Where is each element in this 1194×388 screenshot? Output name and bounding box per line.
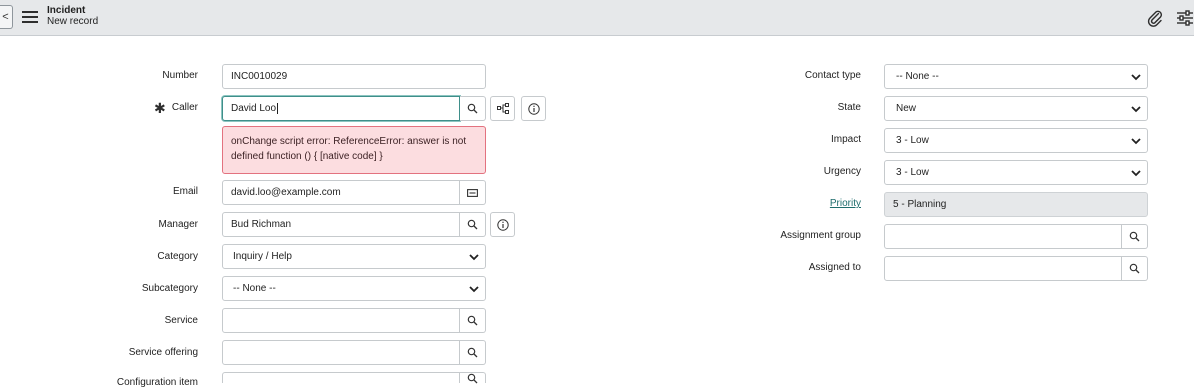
caller-label: Caller bbox=[171, 102, 198, 113]
state-label: State bbox=[837, 102, 861, 113]
configuration-item-field[interactable] bbox=[222, 372, 460, 383]
caller-error-message: onChange script error: ReferenceError: a… bbox=[222, 126, 486, 174]
service-lookup-button[interactable] bbox=[460, 308, 486, 333]
search-icon bbox=[467, 219, 478, 230]
number-label: Number bbox=[162, 70, 198, 81]
menu-icon[interactable] bbox=[22, 11, 38, 24]
contact-type-select[interactable]: -- None -- bbox=[884, 64, 1148, 89]
impact-value: 3 - Low bbox=[896, 135, 929, 146]
subcategory-label: Subcategory bbox=[141, 283, 198, 294]
chevron-down-icon bbox=[469, 254, 479, 261]
number-field[interactable]: INC0010029 bbox=[222, 64, 486, 89]
assigned-to-field[interactable] bbox=[884, 256, 1122, 281]
contact-type-value: -- None -- bbox=[896, 71, 939, 82]
caller-hierarchy-button[interactable] bbox=[490, 96, 515, 121]
form-header: < Incident New record bbox=[0, 0, 1194, 36]
state-value: New bbox=[896, 103, 917, 114]
chevron-down-icon bbox=[1131, 74, 1141, 81]
assigned-to-lookup-button[interactable] bbox=[1122, 256, 1148, 281]
search-icon bbox=[1129, 231, 1140, 242]
email-label: Email bbox=[172, 186, 198, 197]
caller-field[interactable]: David Loo bbox=[222, 96, 460, 121]
urgency-select[interactable]: 3 - Low bbox=[884, 160, 1148, 185]
chevron-down-icon bbox=[1131, 138, 1141, 145]
category-label: Category bbox=[157, 251, 198, 262]
manager-info-button[interactable] bbox=[490, 212, 515, 237]
caller-info-button[interactable] bbox=[521, 96, 546, 121]
assigned-to-label: Assigned to bbox=[808, 262, 861, 273]
manager-label: Manager bbox=[158, 219, 198, 230]
email-field[interactable]: david.loo@example.com bbox=[222, 180, 460, 205]
impact-label: Impact bbox=[830, 134, 861, 145]
search-icon bbox=[467, 315, 478, 326]
hierarchy-icon bbox=[496, 103, 509, 114]
urgency-value: 3 - Low bbox=[896, 167, 929, 178]
service-label: Service bbox=[164, 315, 198, 326]
assignment-group-field[interactable] bbox=[884, 224, 1122, 249]
sliders-icon[interactable] bbox=[1176, 9, 1194, 27]
subcategory-value: -- None -- bbox=[233, 283, 276, 294]
chevron-down-icon bbox=[469, 286, 479, 293]
service-field[interactable] bbox=[222, 308, 460, 333]
configuration-item-lookup-button[interactable] bbox=[460, 372, 486, 384]
service-offering-label: Service offering bbox=[128, 347, 198, 358]
priority-field: 5 - Planning bbox=[884, 192, 1148, 217]
chevron-down-icon bbox=[1131, 170, 1141, 177]
assignment-group-lookup-button[interactable] bbox=[1122, 224, 1148, 249]
search-icon bbox=[467, 373, 478, 384]
email-action-button[interactable] bbox=[460, 180, 486, 205]
service-offering-lookup-button[interactable] bbox=[460, 340, 486, 365]
category-select[interactable]: Inquiry / Help bbox=[222, 244, 486, 269]
paperclip-icon[interactable] bbox=[1146, 9, 1164, 27]
chevron-down-icon bbox=[1131, 106, 1141, 113]
contact-type-label: Contact type bbox=[804, 70, 861, 81]
manager-lookup-button[interactable] bbox=[460, 212, 486, 237]
manager-field[interactable]: Bud Richman bbox=[222, 212, 460, 237]
priority-link[interactable]: Priority bbox=[741, 198, 861, 209]
service-offering-field[interactable] bbox=[222, 340, 460, 365]
search-icon bbox=[467, 347, 478, 358]
state-select[interactable]: New bbox=[884, 96, 1148, 121]
caller-lookup-button[interactable] bbox=[460, 96, 486, 121]
caller-value: David Loo bbox=[231, 103, 277, 114]
envelope-icon bbox=[467, 188, 478, 197]
urgency-label: Urgency bbox=[823, 166, 861, 177]
category-value: Inquiry / Help bbox=[233, 251, 292, 262]
form-subtitle: New record bbox=[47, 16, 99, 27]
search-icon bbox=[467, 103, 478, 114]
back-button[interactable]: < bbox=[0, 5, 13, 29]
assignment-group-label: Assignment group bbox=[780, 230, 861, 241]
search-icon bbox=[1129, 263, 1140, 274]
subcategory-select[interactable]: -- None -- bbox=[222, 276, 486, 301]
impact-select[interactable]: 3 - Low bbox=[884, 128, 1148, 153]
info-icon bbox=[527, 102, 540, 115]
info-icon bbox=[496, 218, 509, 231]
form-title: Incident bbox=[47, 5, 86, 16]
